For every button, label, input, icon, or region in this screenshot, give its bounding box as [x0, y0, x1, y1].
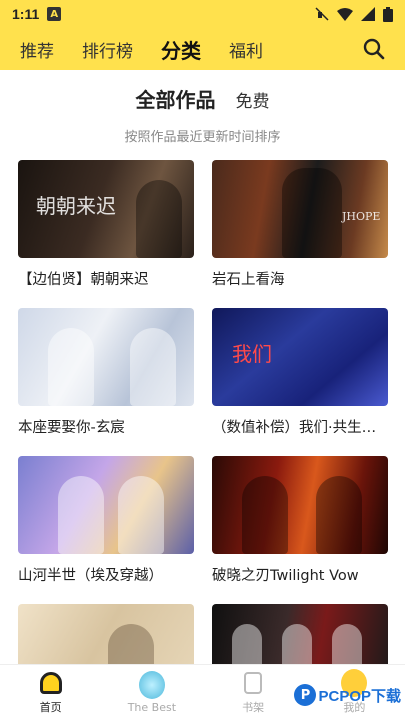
- tab-ranking[interactable]: 排行榜: [82, 37, 133, 62]
- tab-recommend[interactable]: 推荐: [20, 37, 54, 62]
- work-cover[interactable]: JHOPE: [212, 160, 388, 258]
- work-cover[interactable]: [212, 456, 388, 554]
- bottom-nav-label: The Best: [127, 700, 177, 714]
- the-best-icon: [138, 670, 165, 699]
- work-title[interactable]: 本座要娶你-玄宸: [18, 416, 194, 437]
- category-filter: 全部作品 免费: [0, 84, 405, 113]
- cover-text: 我们: [232, 342, 272, 366]
- work-title[interactable]: （数值补偿）我们·共生…: [212, 416, 388, 437]
- mute-icon: [315, 7, 329, 21]
- watermark: P PCPOP下载: [294, 684, 401, 706]
- work-card[interactable]: 破晓之刃Twilight Vow: [212, 456, 388, 585]
- work-card[interactable]: 本座要娶你-玄宸: [18, 308, 194, 437]
- top-navigation: 推荐 排行榜 分类 福利: [0, 28, 405, 70]
- status-bar: 1:11 A: [0, 0, 405, 28]
- watermark-text: PCPOP下载: [318, 687, 401, 705]
- cover-figure: [118, 476, 164, 554]
- search-icon[interactable]: [363, 38, 385, 60]
- signal-icon: [361, 7, 375, 21]
- work-title[interactable]: 山河半世（埃及穿越）: [18, 564, 194, 585]
- sort-note: 按照作品最近更新时间排序: [124, 130, 281, 145]
- work-title[interactable]: 破晓之刃Twilight Vow: [212, 564, 388, 585]
- work-cover[interactable]: [18, 456, 194, 554]
- status-time: 1:11: [12, 6, 40, 22]
- cover-figure: [316, 476, 362, 554]
- battery-icon: [383, 6, 393, 22]
- cover-figure: [130, 328, 176, 406]
- work-card[interactable]: 我们 （数值补偿）我们·共生…: [212, 308, 388, 437]
- bottom-nav-the-best[interactable]: The Best: [112, 670, 192, 714]
- filter-all-works[interactable]: 全部作品: [136, 84, 216, 113]
- work-card[interactable]: 山河半世（埃及穿越）: [18, 456, 194, 585]
- work-cover[interactable]: 朝朝来迟: [18, 160, 194, 258]
- tab-category[interactable]: 分类: [161, 35, 201, 64]
- work-card[interactable]: 朝朝来迟 【边伯贤】朝朝来迟: [18, 160, 194, 289]
- work-title[interactable]: 岩石上看海: [212, 268, 388, 289]
- work-cover[interactable]: [18, 308, 194, 406]
- cover-figure: [242, 476, 288, 554]
- home-icon: [38, 670, 64, 696]
- watermark-logo-icon: P: [294, 684, 317, 706]
- tab-welfare[interactable]: 福利: [229, 37, 263, 62]
- filter-free[interactable]: 免费: [236, 87, 270, 112]
- bookshelf-icon: [240, 670, 266, 696]
- cover-text: JHOPE: [342, 210, 381, 223]
- notification-badge-icon: A: [47, 7, 62, 21]
- work-cover[interactable]: 我们: [212, 308, 388, 406]
- work-card[interactable]: JHOPE 岩石上看海: [212, 160, 388, 289]
- bottom-nav-label: 首页: [39, 701, 62, 714]
- bottom-nav-label: 书架: [242, 701, 265, 714]
- cover-figure: [48, 328, 94, 406]
- status-icons: [315, 6, 393, 22]
- cover-figure: [282, 168, 342, 258]
- cover-text: 朝朝来迟: [36, 194, 116, 218]
- work-title[interactable]: 【边伯贤】朝朝来迟: [18, 268, 194, 289]
- cover-figure: [58, 476, 104, 554]
- wifi-icon: [337, 8, 353, 21]
- bottom-nav-home[interactable]: 首页: [11, 670, 91, 715]
- cover-figure: [136, 180, 182, 258]
- bottom-nav-bookshelf[interactable]: 书架: [213, 670, 293, 715]
